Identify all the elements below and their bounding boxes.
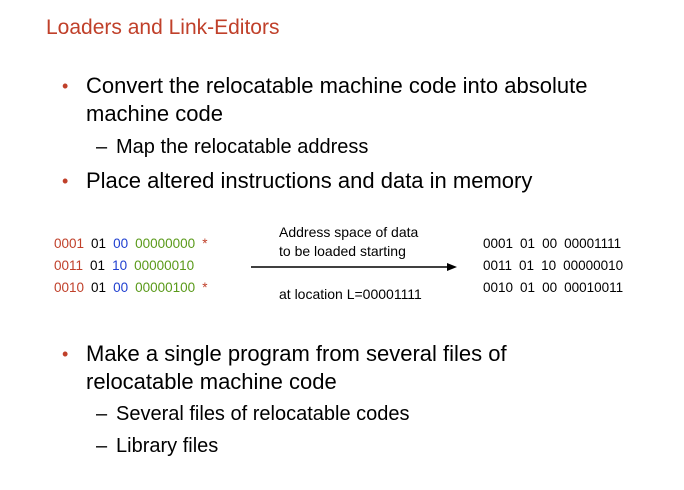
subbullet-several-files: – Several files of relocatable codes bbox=[96, 401, 410, 427]
bullet-dot: • bbox=[62, 76, 69, 96]
subbullet-map-address: – Map the relocatable address bbox=[96, 134, 368, 160]
code-address: 00000010 bbox=[134, 258, 195, 273]
dash-glyph: – bbox=[96, 403, 108, 425]
bullet-single-program: • Make a single program from several fil… bbox=[62, 340, 566, 396]
relocatable-code-block: 0001 01 00 00000000 * 0011 01 10 00000010 0010 0… bbox=[54, 233, 207, 299]
subbullet-text: Several files of relocatable codes bbox=[116, 403, 410, 425]
right-arrow-icon bbox=[251, 263, 457, 271]
code-mode: 00 bbox=[542, 236, 558, 251]
relocation-mark: * bbox=[202, 236, 208, 251]
code-row: 0001 01 00 00001111 bbox=[483, 233, 623, 255]
dash-glyph: – bbox=[96, 435, 108, 457]
code-address: 00010011 bbox=[564, 280, 624, 295]
code-address: 00000100 bbox=[135, 280, 196, 295]
subbullet-text: Library files bbox=[116, 435, 219, 457]
bullet-convert: • Convert the relocatable machine code i… bbox=[62, 72, 646, 128]
code-register: 01 bbox=[520, 236, 536, 251]
code-register: 01 bbox=[519, 258, 535, 273]
bullet-text: Make a single program from several files… bbox=[86, 341, 507, 394]
code-register: 01 bbox=[90, 258, 106, 273]
code-row: 0001 01 00 00000000 * bbox=[54, 233, 207, 255]
code-register: 01 bbox=[520, 280, 536, 295]
bullet-dot: • bbox=[62, 171, 69, 191]
code-mode: 10 bbox=[541, 258, 557, 273]
code-mode: 00 bbox=[542, 280, 558, 295]
code-mode: 10 bbox=[112, 258, 128, 273]
code-mode: 00 bbox=[113, 236, 129, 251]
slide-title: Loaders and Link-Editors bbox=[46, 16, 280, 39]
code-row: 0011 01 10 00000010 bbox=[54, 255, 207, 277]
code-opcode: 0001 bbox=[483, 236, 514, 251]
code-opcode: 0011 bbox=[54, 258, 84, 273]
code-opcode: 0010 bbox=[483, 280, 514, 295]
relocation-mark: * bbox=[202, 280, 208, 295]
code-address: 00000010 bbox=[563, 258, 624, 273]
arrow-label-line: Address space of data bbox=[279, 224, 419, 240]
code-row: 0011 01 10 00000010 bbox=[483, 255, 623, 277]
code-opcode: 0010 bbox=[54, 280, 85, 295]
code-mode: 00 bbox=[113, 280, 129, 295]
arrow-label-top: Address space of data to be loaded start… bbox=[279, 223, 418, 261]
code-register: 01 bbox=[91, 280, 107, 295]
arrow-label-bottom: at location L=00001111 bbox=[279, 286, 422, 302]
absolute-code-block: 0001 01 00 00001111 0011 01 10 00000010 0010 01… bbox=[483, 233, 623, 299]
code-address: 00001111 bbox=[564, 236, 622, 251]
subbullet-library-files: – Library files bbox=[96, 433, 218, 459]
bullet-dot: • bbox=[62, 344, 69, 364]
bullet-place-instructions: • Place altered instructions and data in… bbox=[62, 167, 646, 195]
code-row: 0010 01 00 00010011 bbox=[483, 277, 623, 299]
bullet-text: Place altered instructions and data in m… bbox=[86, 168, 533, 193]
dash-glyph: – bbox=[96, 136, 108, 158]
code-row: 0010 01 00 00000100 * bbox=[54, 277, 207, 299]
code-address: 00000000 bbox=[135, 236, 196, 251]
arrow-label-line: to be loaded starting bbox=[279, 243, 406, 259]
code-opcode: 0011 bbox=[483, 258, 513, 273]
bullet-text: Convert the relocatable machine code int… bbox=[86, 73, 588, 126]
code-opcode: 0001 bbox=[54, 236, 85, 251]
code-register: 01 bbox=[91, 236, 107, 251]
subbullet-text: Map the relocatable address bbox=[116, 136, 369, 158]
